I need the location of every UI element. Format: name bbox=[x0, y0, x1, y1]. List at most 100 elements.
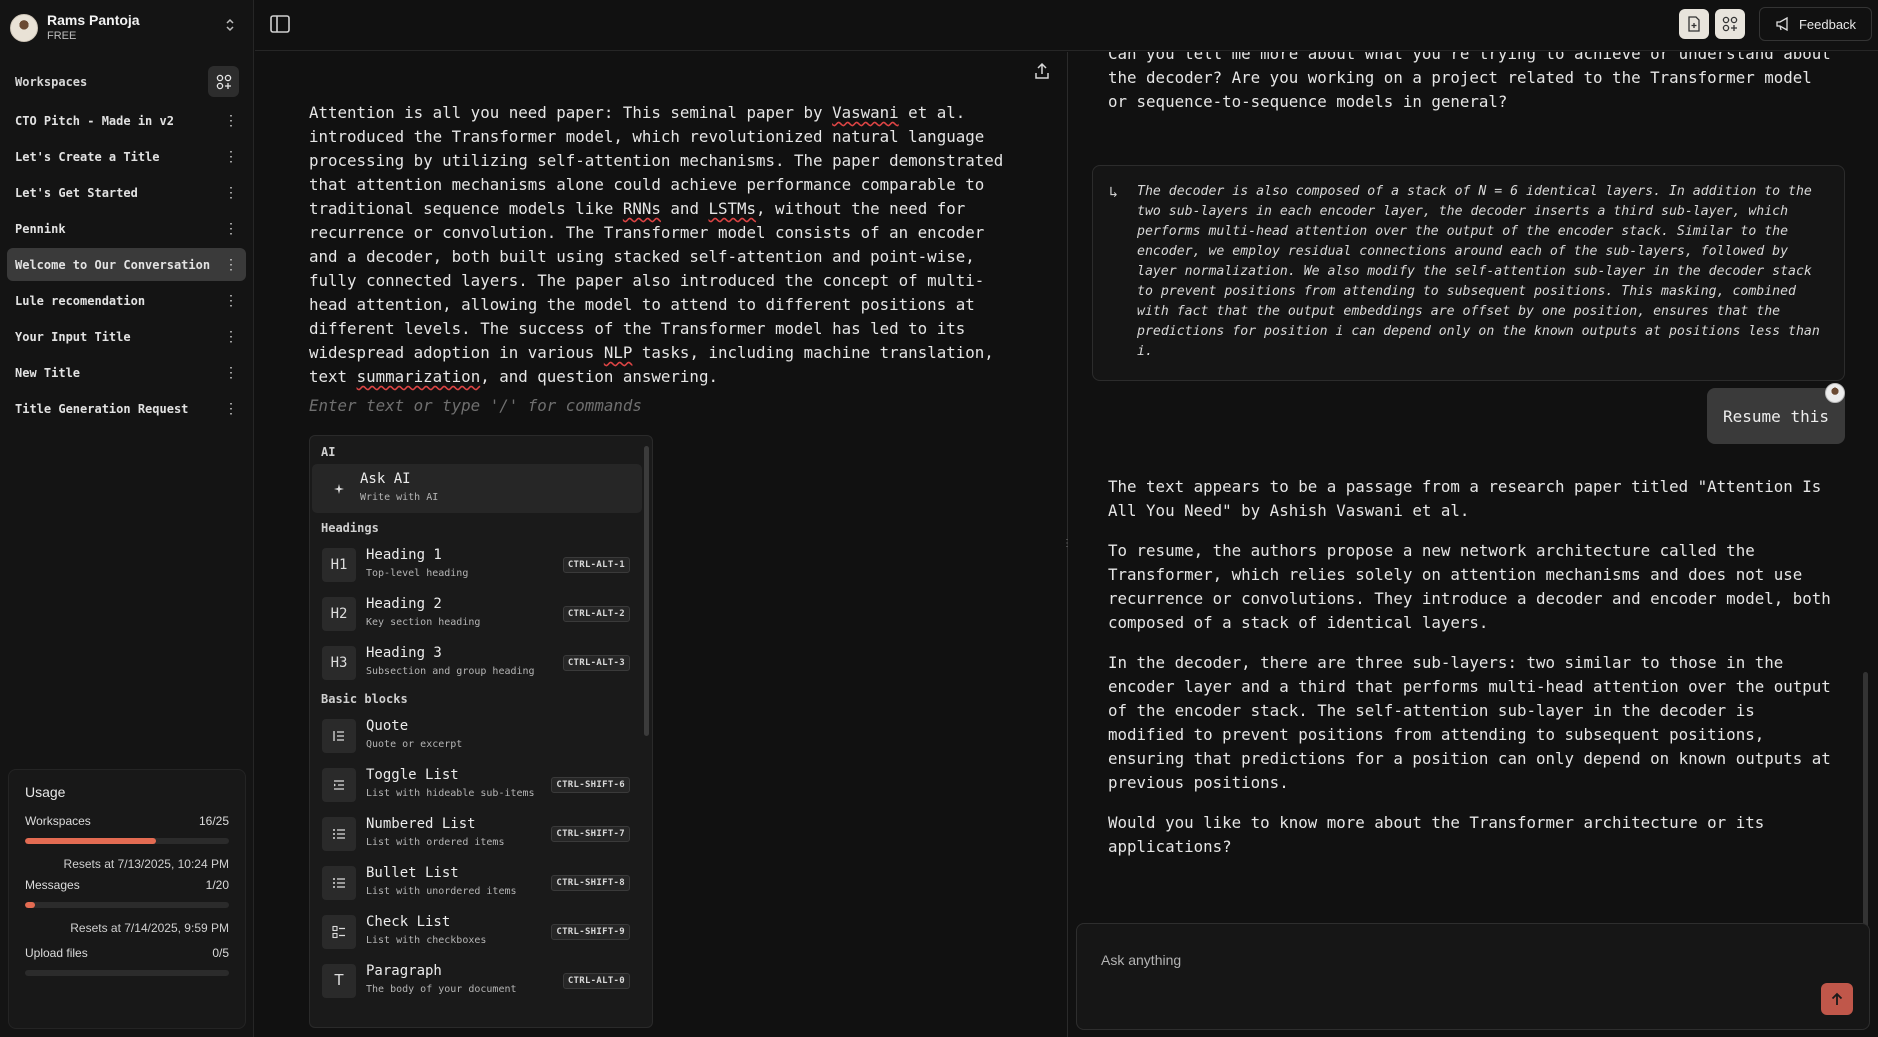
document-paragraph[interactable]: Attention is all you need paper: This se… bbox=[309, 101, 1009, 389]
assistant-reply-paragraph: Would you like to know more about the Tr… bbox=[1108, 813, 1765, 856]
menu-item-desc: List with hideable sub-items bbox=[366, 788, 535, 799]
usage-messages-value: 1/20 bbox=[205, 878, 229, 892]
more-options-icon[interactable]: ⋮ bbox=[224, 366, 238, 380]
feedback-button[interactable]: Feedback bbox=[1759, 7, 1872, 41]
chat-scrollbar[interactable] bbox=[1863, 672, 1868, 962]
more-options-icon[interactable]: ⋮ bbox=[224, 294, 238, 308]
more-options-icon[interactable]: ⋮ bbox=[224, 150, 238, 164]
user-plan: FREE bbox=[47, 30, 77, 42]
chat-input[interactable]: Ask anything bbox=[1076, 923, 1870, 1030]
editor-placeholder[interactable]: Enter text or type '/' for commands bbox=[309, 396, 642, 415]
usage-card: Usage Workspaces 16/25 Resets at 7/13/20… bbox=[8, 769, 246, 1029]
usage-workspaces-reset: Resets at 7/13/2025, 10:24 PM bbox=[63, 857, 229, 871]
usage-messages-fill bbox=[25, 902, 36, 908]
avatar bbox=[1825, 383, 1845, 403]
quote-icon bbox=[322, 718, 356, 753]
workspace-list: CTO Pitch - Made in v2 ⋮ Let's Create a T… bbox=[7, 104, 246, 428]
usage-workspaces-label: Workspaces bbox=[25, 814, 91, 828]
add-grid-icon bbox=[216, 74, 231, 89]
heading-3-icon: H3 bbox=[322, 645, 356, 680]
chat-panel: Can you tell me more about what you're t… bbox=[1068, 52, 1878, 1037]
menu-item-heading-3[interactable]: H3 Heading 3 Subsection and group heading… bbox=[310, 638, 652, 687]
share-export-icon[interactable] bbox=[1033, 62, 1055, 84]
menu-item-title: Numbered List bbox=[366, 816, 476, 832]
usage-messages-label: Messages bbox=[25, 878, 80, 892]
sidebar-item[interactable]: Title Generation Request ⋮ bbox=[7, 392, 246, 425]
usage-upload-value: 0/5 bbox=[212, 946, 229, 960]
megaphone-icon bbox=[1776, 16, 1788, 32]
add-workspace-button[interactable] bbox=[208, 66, 239, 97]
menu-item-heading-2[interactable]: H2 Heading 2 Key section heading CTRL-ALT… bbox=[310, 589, 652, 638]
assistant-reply-paragraph: In the decoder, there are three sub-laye… bbox=[1108, 653, 1831, 792]
add-workspace-top-button[interactable] bbox=[1715, 9, 1745, 39]
sidebar-item[interactable]: Lule recomendation ⋮ bbox=[7, 284, 246, 317]
feedback-label: Feedback bbox=[1798, 16, 1857, 32]
menu-item-title: Bullet List bbox=[366, 865, 459, 881]
user-name: Rams Pantoja bbox=[47, 12, 140, 28]
sidebar-item[interactable]: Let's Get Started ⋮ bbox=[7, 176, 246, 209]
menu-item-bullet-list[interactable]: Bullet List List with unordered items CTR… bbox=[310, 858, 652, 907]
paragraph-text: , and question answering. bbox=[480, 367, 718, 386]
avatar bbox=[10, 14, 38, 42]
add-grid-icon bbox=[1722, 16, 1738, 32]
misspelled-word: summarization bbox=[356, 367, 481, 386]
more-options-icon[interactable]: ⋮ bbox=[224, 330, 238, 344]
usage-messages-bar bbox=[25, 902, 229, 908]
assistant-reply-paragraph: To resume, the authors propose a new net… bbox=[1108, 541, 1831, 632]
new-document-button[interactable] bbox=[1679, 9, 1709, 39]
document-editor: Attention is all you need paper: This se… bbox=[255, 52, 1067, 1037]
sidebar-item[interactable]: Pennink ⋮ bbox=[7, 212, 246, 245]
sidebar-item-label: Let's Create a Title bbox=[15, 149, 160, 164]
menu-item-title: Quote bbox=[366, 718, 409, 734]
usage-workspaces-fill bbox=[25, 838, 156, 844]
sidebar-item[interactable]: Your Input Title ⋮ bbox=[7, 320, 246, 353]
sidebar-toggle-icon[interactable] bbox=[269, 13, 293, 37]
user-switcher[interactable]: Rams Pantoja FREE bbox=[10, 10, 244, 46]
menu-item-desc: Write with AI bbox=[360, 492, 439, 503]
usage-upload-label: Upload files bbox=[25, 946, 88, 960]
top-bar: Feedback bbox=[255, 0, 1878, 51]
misspelled-word: Vaswani bbox=[832, 103, 899, 122]
sidebar-item[interactable]: CTO Pitch - Made in v2 ⋮ bbox=[7, 104, 246, 137]
shortcut-badge: CTRL-SHIFT-9 bbox=[551, 924, 630, 940]
sidebar-item-active[interactable]: Welcome to Our Conversation ⋮ bbox=[7, 248, 246, 281]
usage-messages-row: Messages 1/20 bbox=[25, 878, 229, 892]
sidebar-item-label: Let's Get Started bbox=[15, 185, 138, 200]
sidebar-item-label: CTO Pitch - Made in v2 bbox=[15, 113, 174, 128]
usage-upload-row: Upload files 0/5 bbox=[25, 946, 229, 960]
menu-item-title: Toggle List bbox=[366, 767, 459, 783]
sidebar-item-label: New Title bbox=[15, 365, 81, 380]
menu-item-title: Heading 1 bbox=[366, 547, 442, 563]
menu-item-paragraph[interactable]: T Paragraph The body of your document CTR… bbox=[310, 956, 652, 1005]
check-list-icon bbox=[322, 914, 356, 949]
chevron-up-down-icon[interactable] bbox=[220, 18, 240, 38]
menu-item-heading-1[interactable]: H1 Heading 1 Top-level heading CTRL-ALT-1 bbox=[310, 540, 652, 589]
menu-section-ai: AI bbox=[321, 445, 336, 459]
paragraph-text: Attention is all you need paper: This se… bbox=[309, 103, 833, 122]
toggle-list-icon bbox=[322, 767, 356, 802]
misspelled-word: RNNs bbox=[622, 199, 661, 218]
menu-item-numbered-list[interactable]: Numbered List List with ordered items CTR… bbox=[310, 809, 652, 858]
more-options-icon[interactable]: ⋮ bbox=[224, 402, 238, 416]
more-options-icon[interactable]: ⋮ bbox=[224, 186, 238, 200]
sidebar-item-label: Your Input Title bbox=[15, 329, 131, 344]
file-plus-icon bbox=[1688, 16, 1700, 32]
usage-workspaces-bar bbox=[25, 838, 229, 844]
send-button[interactable] bbox=[1821, 983, 1853, 1015]
sidebar-item-label: Title Generation Request bbox=[15, 401, 189, 416]
more-options-icon[interactable]: ⋮ bbox=[224, 258, 238, 272]
sidebar-item[interactable]: Let's Create a Title ⋮ bbox=[7, 140, 246, 173]
menu-item-check-list[interactable]: Check List List with checkboxes CTRL-SHIF… bbox=[310, 907, 652, 956]
more-options-icon[interactable]: ⋮ bbox=[224, 222, 238, 236]
menu-item-desc: The body of your document bbox=[366, 984, 517, 995]
assistant-reply-paragraph: The text appears to be a passage from a … bbox=[1108, 477, 1822, 520]
menu-item-quote[interactable]: Quote Quote or excerpt bbox=[310, 711, 652, 760]
shortcut-badge: CTRL-ALT-2 bbox=[562, 606, 630, 622]
menu-item-toggle-list[interactable]: Toggle List List with hideable sub-items … bbox=[310, 760, 652, 809]
numbered-list-icon bbox=[322, 816, 356, 851]
menu-item-desc: List with checkboxes bbox=[366, 935, 487, 946]
sidebar-item[interactable]: New Title ⋮ bbox=[7, 356, 246, 389]
misspelled-word: LSTMs bbox=[708, 199, 757, 218]
menu-item-ask-ai[interactable]: Ask AI Write with AI bbox=[312, 464, 642, 513]
more-options-icon[interactable]: ⋮ bbox=[224, 114, 238, 128]
